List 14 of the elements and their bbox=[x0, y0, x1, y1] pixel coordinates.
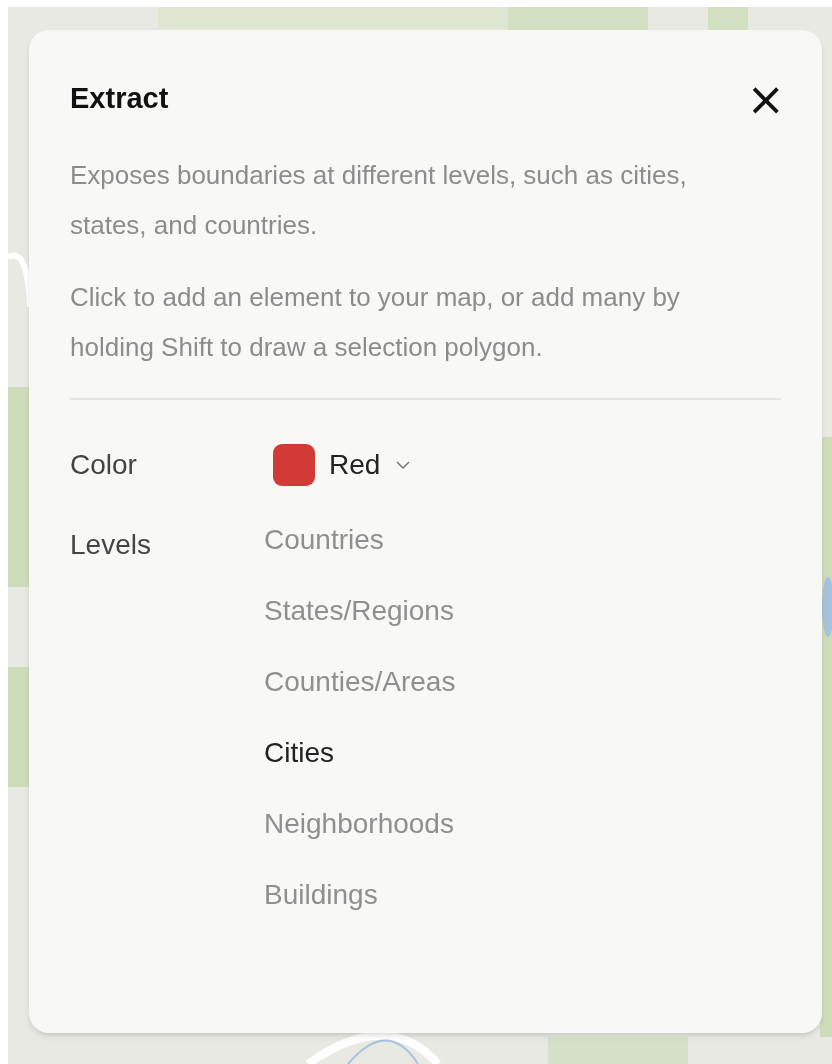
level-option[interactable]: States/Regions bbox=[264, 593, 456, 629]
level-option[interactable]: Counties/Areas bbox=[264, 664, 456, 700]
level-option[interactable]: Cities bbox=[264, 735, 456, 771]
description-text: Exposes boundaries at different levels, such as cities, states, and countries. bbox=[70, 159, 688, 242]
description-text: Click to add an element to your map, or add many by holding Shift to draw a selection polygon. bbox=[70, 281, 681, 364]
level-option[interactable]: Neighborhoods bbox=[264, 806, 456, 842]
level-option[interactable]: Countries bbox=[264, 522, 456, 558]
color-label: Color bbox=[70, 448, 138, 482]
close-button[interactable]: × bbox=[746, 76, 785, 122]
levels-label: Levels bbox=[70, 528, 152, 562]
panel-title: Extract bbox=[70, 81, 169, 117]
chevron-down-icon bbox=[396, 461, 411, 469]
level-option[interactable]: Buildings bbox=[264, 877, 456, 913]
color-dropdown[interactable]: Red bbox=[273, 444, 411, 486]
